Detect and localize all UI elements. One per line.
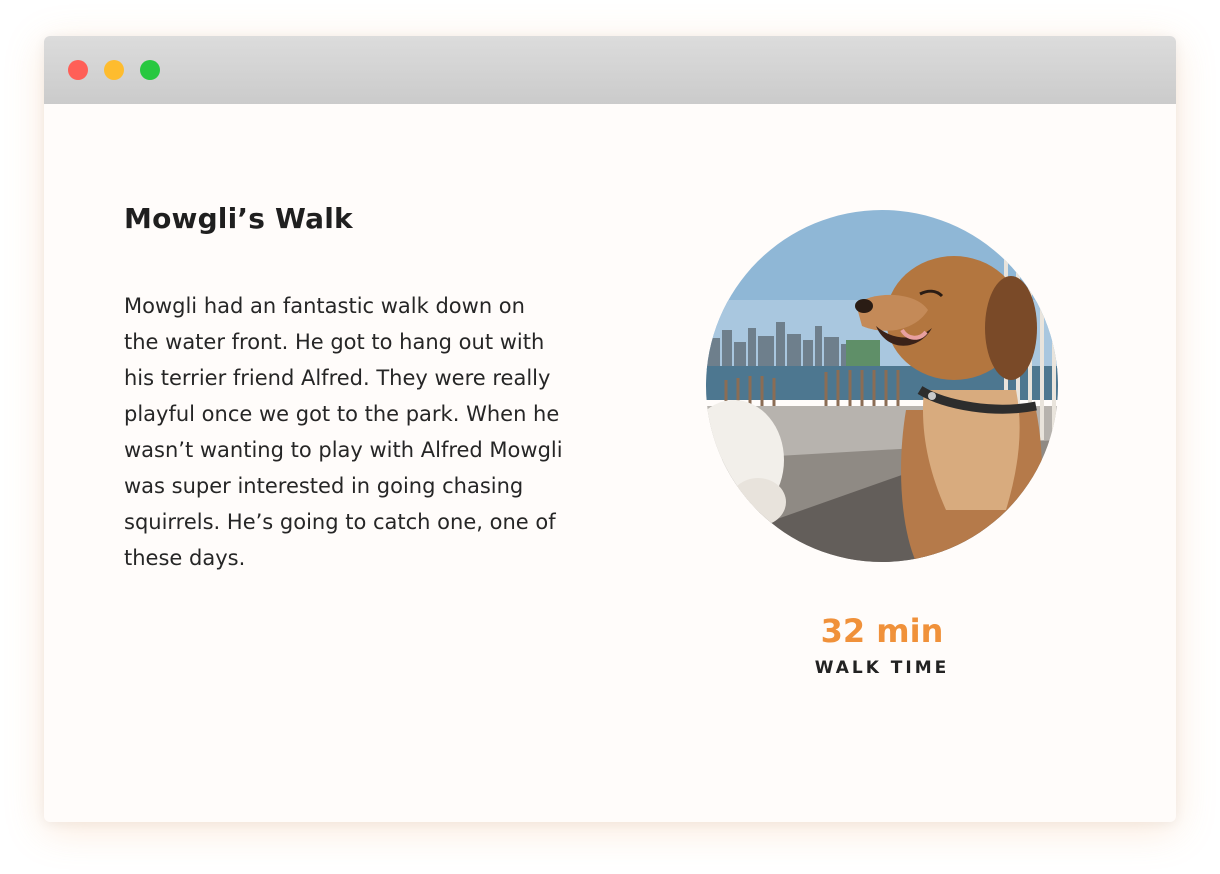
walk-time-label: WALK TIME xyxy=(814,658,950,678)
close-window-button[interactable] xyxy=(68,60,88,80)
dog-photo xyxy=(706,210,1058,562)
window-titlebar xyxy=(44,36,1176,104)
walk-description: Mowgli had an fantastic walk down on the… xyxy=(124,294,563,570)
minimize-window-button[interactable] xyxy=(104,60,124,80)
dog-photo-illustration xyxy=(706,210,1058,562)
walk-title: Mowgli’s Walk xyxy=(124,202,353,235)
maximize-window-button[interactable] xyxy=(140,60,160,80)
walk-time-value: 32 min xyxy=(820,612,944,650)
browser-window: Mowgli’s Walk Mowgli had an fantastic wa… xyxy=(44,36,1176,822)
